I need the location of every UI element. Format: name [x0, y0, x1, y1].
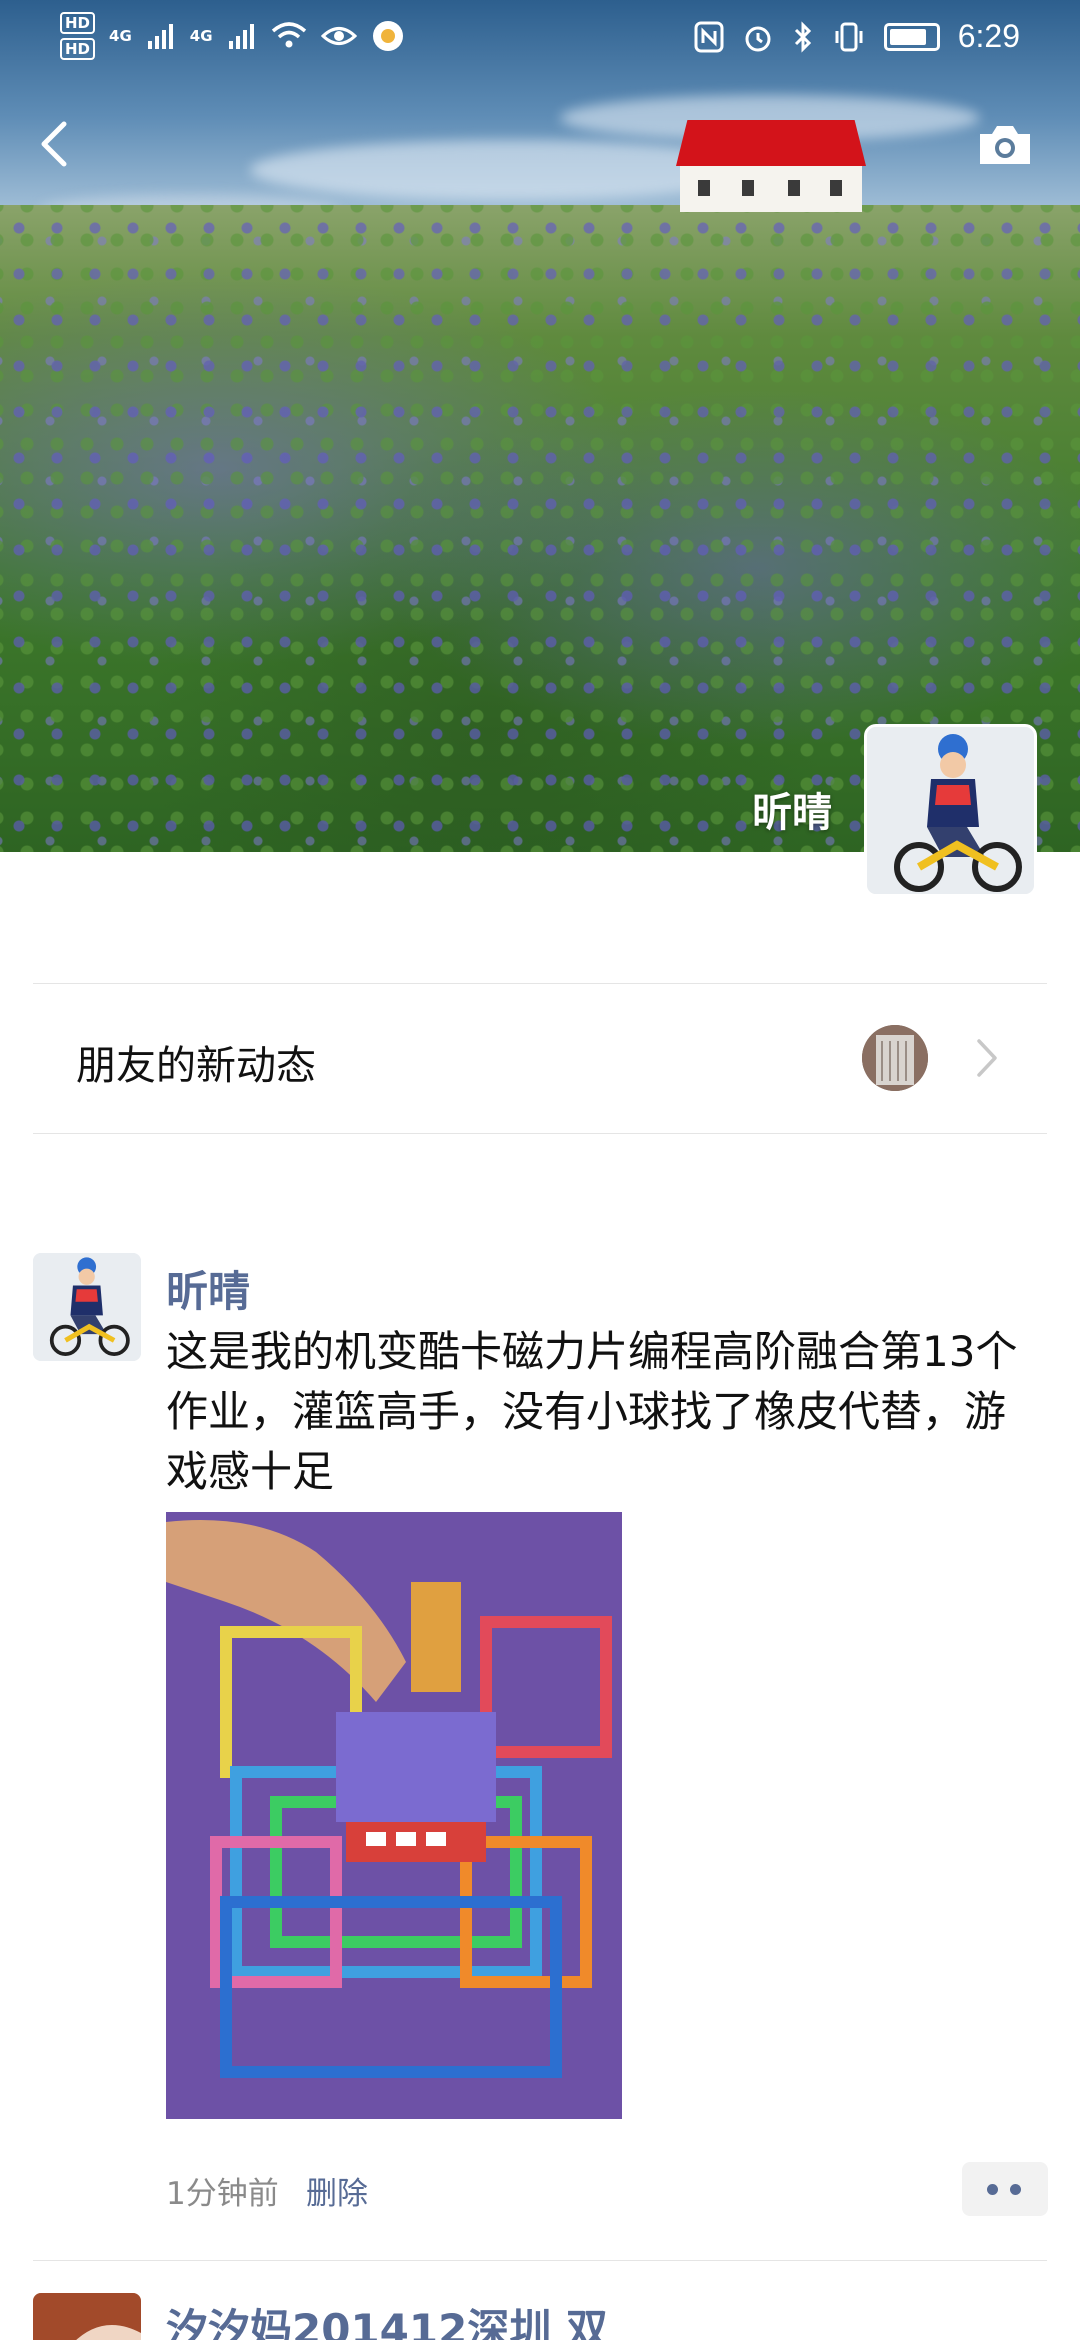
camera-button[interactable]: [976, 122, 1034, 168]
next-post-avatar-image: [33, 2293, 141, 2340]
hd-badge-1: HD: [60, 12, 96, 34]
post-author-avatar[interactable]: [33, 1253, 141, 1361]
signal-icon: [147, 24, 173, 49]
more-dots-icon: [987, 2184, 998, 2195]
post-time: 1分钟前: [166, 2176, 279, 2212]
wifi-icon: [271, 22, 306, 48]
post-author-name[interactable]: 昕晴: [166, 1258, 250, 1319]
more-dots-icon: [1010, 2184, 1021, 2195]
status-bar: HD HD 4G 4G 6:29: [0, 0, 1080, 80]
friends-updates-avatar: [862, 1025, 928, 1091]
bluetooth-icon: [794, 20, 811, 53]
network-type-1: 4G: [109, 27, 132, 45]
signal-icon: [228, 24, 254, 49]
post-divider: [33, 2260, 1047, 2261]
network-type-2: 4G: [189, 27, 213, 45]
battery-icon: [883, 22, 940, 51]
hd-badge-2: HD: [60, 38, 96, 60]
post-delete-link[interactable]: 删除: [306, 2168, 368, 2213]
eye-icon: [320, 27, 357, 45]
avatar-child-on-bike-image: [867, 727, 1034, 894]
status-time: 6:29: [957, 18, 1020, 54]
profile-name[interactable]: 昕晴: [752, 780, 832, 838]
post-image[interactable]: [166, 1512, 622, 2119]
chevron-right-icon: [977, 1039, 997, 1077]
back-arrow-icon: [41, 121, 67, 167]
vibrate-icon: [835, 22, 863, 51]
status-left: HD HD 4G 4G: [60, 12, 405, 60]
friends-updates-row[interactable]: 朋友的新动态: [33, 983, 1047, 1133]
friend-avatar-image: [862, 1025, 928, 1091]
post-more-button[interactable]: [962, 2162, 1048, 2216]
camera-icon: [980, 126, 1030, 164]
back-button[interactable]: [30, 114, 80, 174]
divider-bottom: [33, 1133, 1047, 1134]
avatar-child-on-bike-image: [33, 1253, 141, 1361]
status-right: 6:29: [694, 18, 1020, 55]
app-notification-icon: [372, 21, 403, 51]
nfc-icon: [694, 21, 724, 52]
next-post-author-name[interactable]: 汐汐妈201412深圳 双: [166, 2296, 608, 2340]
alarm-icon: [745, 26, 771, 51]
profile-avatar[interactable]: [864, 724, 1037, 897]
post-photo-magnetic-tiles: [166, 1512, 622, 2119]
cover-house: [676, 120, 866, 212]
post-text: 这是我的机变酷卡磁力片编程高阶融合第13个作业，灌篮高手，没有小球找了橡皮代替，…: [166, 1327, 1018, 1496]
next-post-avatar[interactable]: [33, 2293, 141, 2340]
friends-updates-label: 朋友的新动态: [76, 1043, 316, 1089]
